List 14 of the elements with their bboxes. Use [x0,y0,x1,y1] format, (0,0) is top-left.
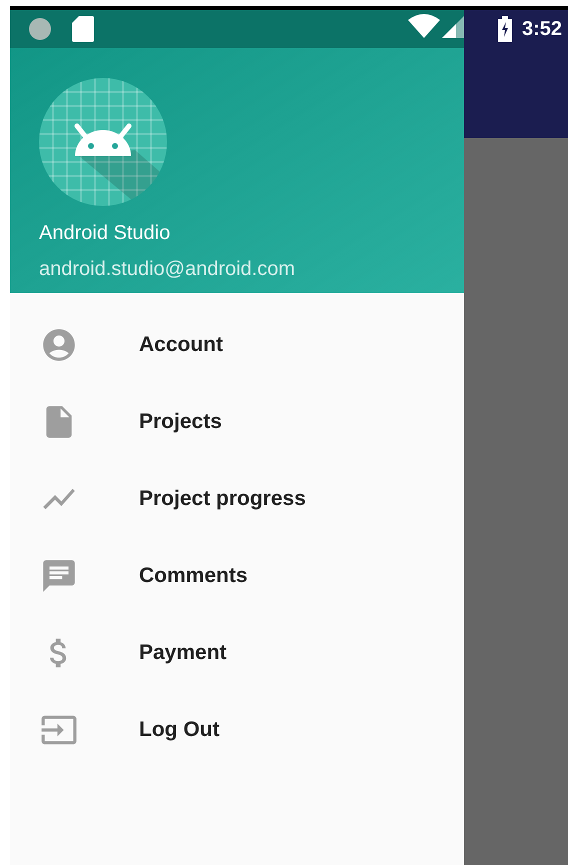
sd-card-icon [72,16,94,42]
status-time: 3:52 [522,17,562,42]
menu-item[interactable]: Payment [10,614,464,691]
wifi-icon [408,14,440,38]
menu-item[interactable]: Account [10,306,464,383]
battery-icon [498,16,512,42]
menu-item[interactable]: Comments [10,537,464,614]
signal-icon [442,16,464,38]
user-name: Android Studio [39,221,172,246]
menu-item[interactable]: Project progress [10,460,464,537]
circle-icon [28,17,52,41]
user-email: android.studio@android.com [39,257,296,282]
menu-item[interactable]: Log Out [10,691,464,768]
menu-item[interactable]: Projects [10,383,464,460]
